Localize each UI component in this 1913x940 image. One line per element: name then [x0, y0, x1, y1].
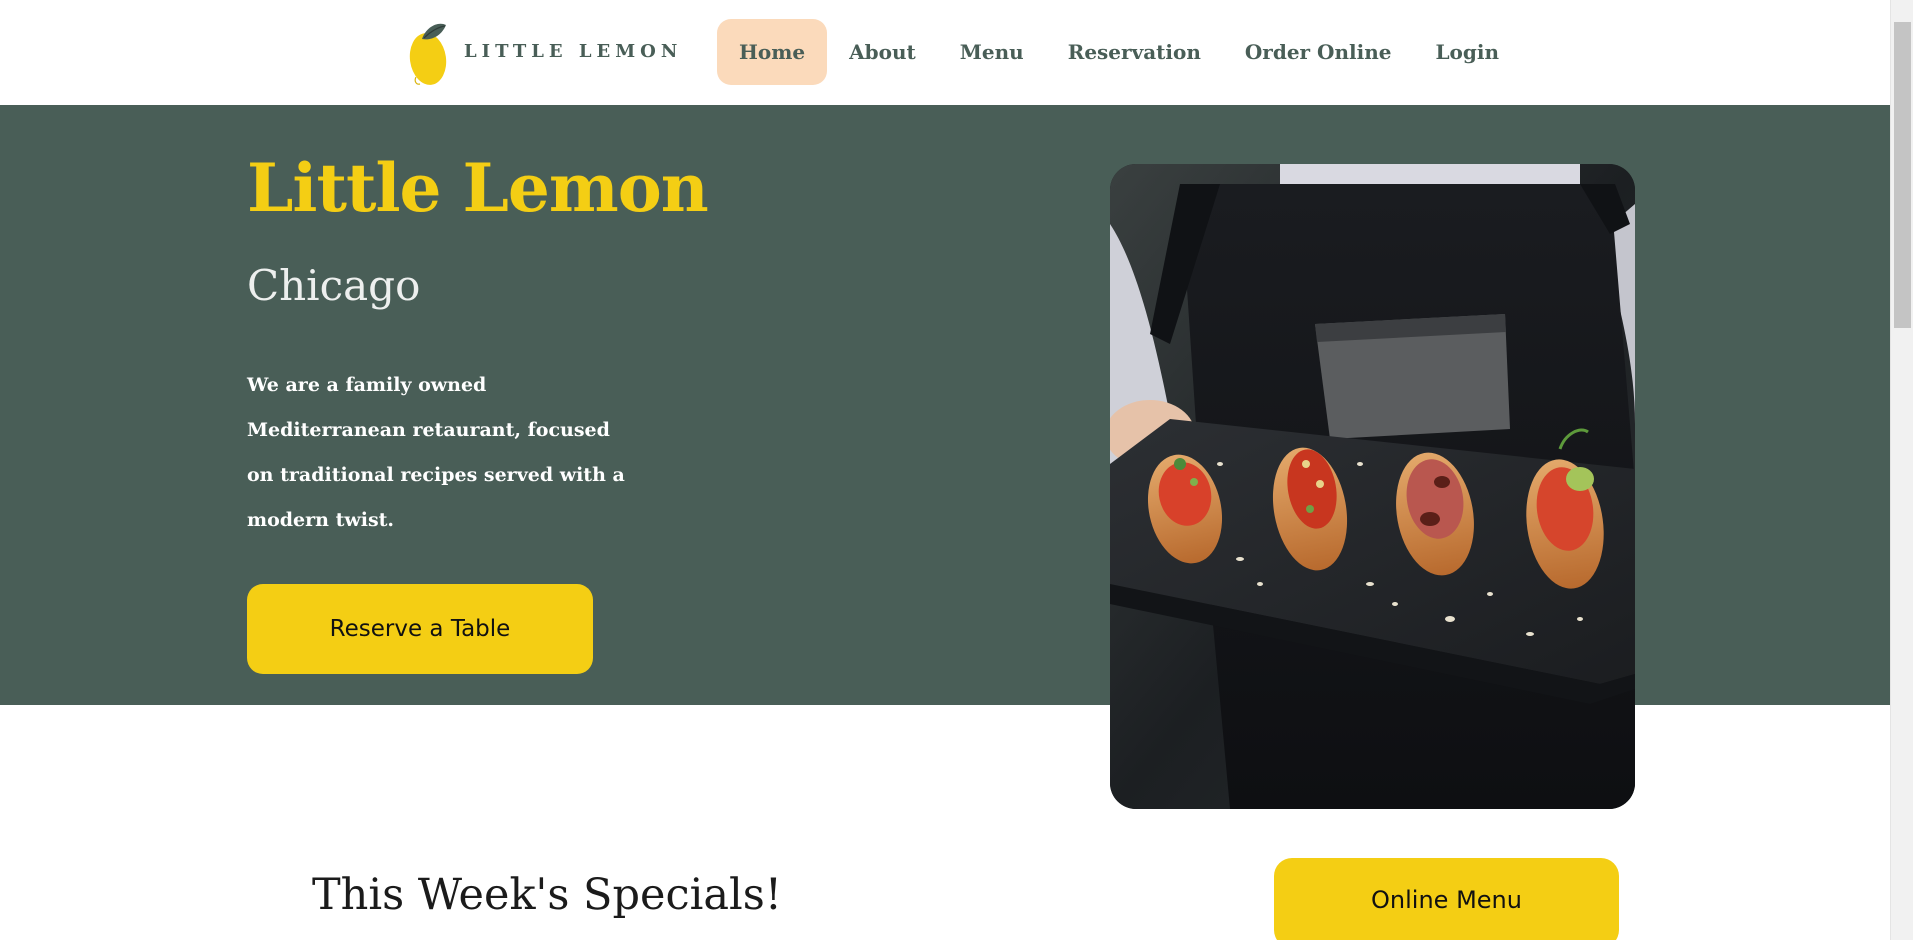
site-header: LITTLE LEMON Home About Menu Reservation… [0, 0, 1890, 105]
logo[interactable]: LITTLE LEMON [408, 17, 682, 87]
vertical-scrollbar[interactable] [1890, 0, 1913, 940]
nav-item-login[interactable]: Login [1413, 19, 1521, 85]
logo-text: LITTLE LEMON [464, 41, 683, 62]
hero-food-image [1110, 164, 1635, 809]
specials-title: This Week's Specials! [312, 870, 783, 920]
nav-item-order-online[interactable]: Order Online [1223, 19, 1414, 85]
nav-item-home[interactable]: Home [717, 19, 828, 85]
page: LITTLE LEMON Home About Menu Reservation… [0, 0, 1913, 940]
online-menu-button[interactable]: Online Menu [1274, 858, 1619, 940]
nav-item-about[interactable]: About [827, 19, 938, 85]
main-nav: Home About Menu Reservation Order Online… [717, 19, 1521, 85]
lemon-icon [409, 23, 447, 85]
hero-title: Little Lemon [247, 149, 709, 227]
hero-description: We are a family owned Mediterranean reta… [247, 374, 625, 531]
scrollbar-thumb[interactable] [1894, 22, 1911, 328]
hero-subtitle: Chicago [247, 261, 421, 310]
nav-item-reservation[interactable]: Reservation [1046, 19, 1223, 85]
nav-item-menu[interactable]: Menu [938, 19, 1046, 85]
reserve-table-button[interactable]: Reserve a Table [247, 584, 593, 674]
